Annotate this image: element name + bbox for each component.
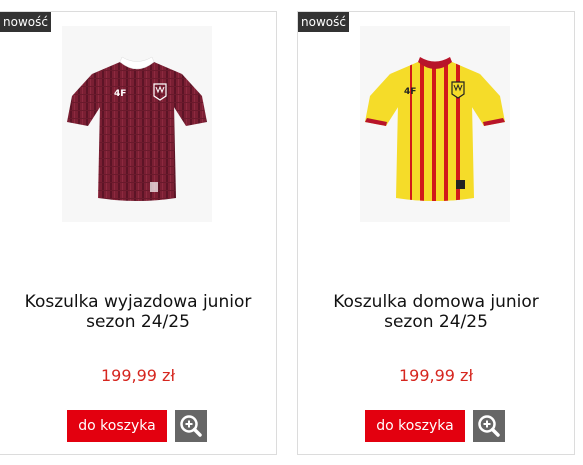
product-name-line1[interactable]: Koszulka wyjazdowa junior — [0, 292, 276, 312]
svg-text:4F: 4F — [404, 87, 416, 97]
product-name[interactable]: Koszulka domowa junior sezon 24/25 — [298, 292, 574, 332]
product-card: nowość 4F Koszulka wyjazdowa junior sezo… — [0, 11, 277, 455]
product-name[interactable]: Koszulka wyjazdowa junior sezon 24/25 — [0, 292, 276, 332]
add-to-cart-button[interactable]: do koszyka — [365, 410, 465, 442]
svg-text:4F: 4F — [114, 89, 126, 99]
product-grid: nowość 4F Koszulka wyjazdowa junior sezo… — [0, 0, 583, 465]
product-name-line2[interactable]: sezon 24/25 — [298, 312, 574, 332]
zoom-in-icon — [180, 415, 202, 437]
product-card: nowość 4F Koszulka domowa junior sezon 2… — [297, 11, 575, 455]
add-to-cart-button[interactable]: do koszyka — [67, 410, 167, 442]
zoom-button[interactable] — [473, 410, 505, 442]
zoom-in-icon — [478, 415, 500, 437]
product-price: 199,99 zł — [398, 366, 473, 385]
product-image[interactable]: 4F — [360, 26, 510, 222]
product-name-line1[interactable]: Koszulka domowa junior — [298, 292, 574, 312]
zoom-button[interactable] — [175, 410, 207, 442]
new-badge: nowość — [0, 12, 51, 32]
new-badge: nowość — [298, 12, 349, 32]
product-price: 199,99 zł — [100, 366, 175, 385]
product-image[interactable]: 4F — [62, 26, 212, 222]
product-name-line2[interactable]: sezon 24/25 — [0, 312, 276, 332]
